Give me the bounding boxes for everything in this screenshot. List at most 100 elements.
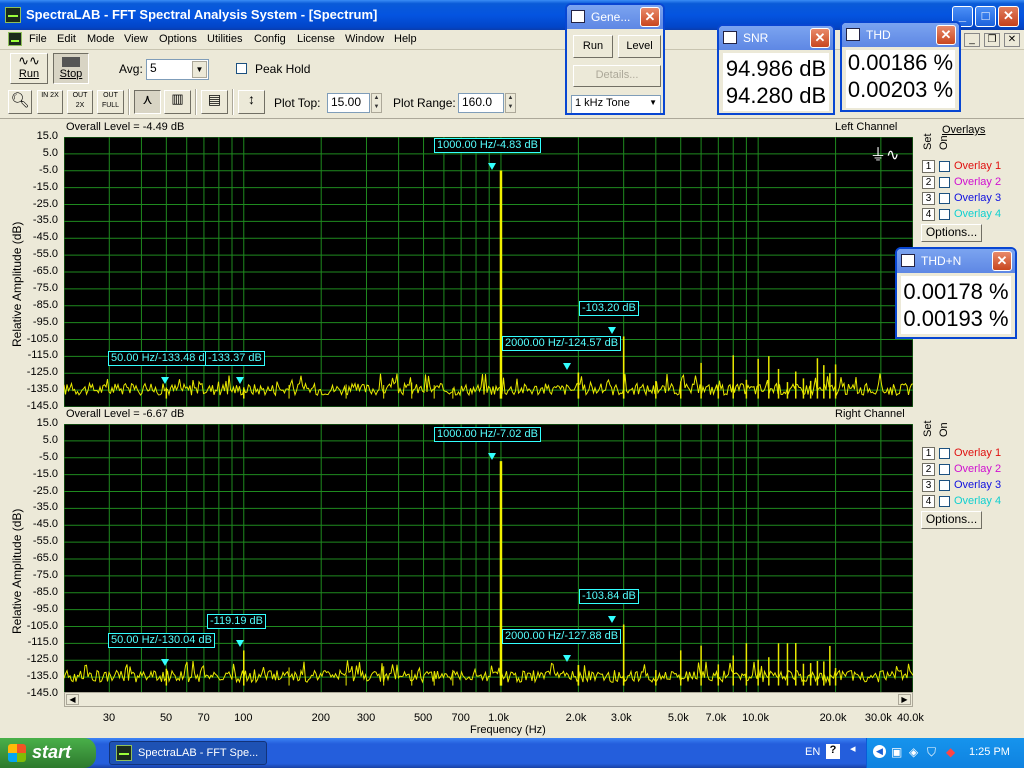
start-button[interactable]: start	[0, 738, 96, 768]
plot-range-spinner[interactable]: ▲ ▼	[505, 93, 516, 113]
overlay-set-button[interactable]: 2	[922, 463, 935, 476]
help-icon[interactable]: ?	[826, 744, 840, 759]
menu-help[interactable]: Help	[394, 33, 417, 45]
mdi-minimize-button[interactable]: _	[964, 33, 980, 47]
x-tick-label: 50	[159, 712, 173, 724]
zoom-full-button[interactable]: OUT FULL	[97, 90, 124, 114]
thd-close-button[interactable]: ✕	[936, 25, 956, 45]
chevron-down-icon[interactable]: ▼	[192, 61, 207, 78]
menu-mode[interactable]: Mode	[87, 33, 115, 45]
overlay-set-button[interactable]: 4	[922, 208, 935, 221]
right-marker-2khz: 2000.00 Hz/-127.88 dB	[502, 629, 622, 644]
overlay-set-button[interactable]: 3	[922, 192, 935, 205]
menu-config[interactable]: Config	[254, 33, 286, 45]
generator-close-button[interactable]: ✕	[640, 7, 660, 27]
cursor-mode-icon[interactable]: ⏚∿	[870, 141, 899, 165]
security-icon[interactable]: ⛉	[927, 745, 936, 760]
tray-back-icon[interactable]: ◀	[873, 745, 886, 758]
menu-edit[interactable]: Edit	[57, 33, 76, 45]
close-button[interactable]: ✕	[998, 6, 1019, 27]
overlay-set-button[interactable]: 1	[922, 160, 935, 173]
generator-icon	[571, 10, 585, 23]
overlay-set-button[interactable]: 1	[922, 447, 935, 460]
magnify-icon[interactable]: 🔍︎	[8, 90, 32, 114]
generator-run-button[interactable]: Run	[573, 35, 613, 58]
y-tick-label: -135.0	[26, 670, 58, 683]
right-spectrum-plot[interactable]	[64, 424, 913, 694]
chevron-down-icon[interactable]: ▼	[649, 98, 657, 107]
volume-icon[interactable]: ◈	[909, 745, 918, 759]
thdn-close-button[interactable]: ✕	[992, 251, 1012, 271]
overlay-on-checkbox[interactable]	[939, 177, 950, 188]
avg-select[interactable]: 5 ▼	[146, 59, 209, 80]
generator-level-button[interactable]: Level	[618, 35, 661, 58]
overlay-label: Overlay 4	[954, 208, 1002, 220]
overlay-on-checkbox[interactable]	[939, 448, 950, 459]
language-indicator[interactable]: EN	[805, 746, 820, 758]
horizontal-scrollbar[interactable]: ◀ ▶	[64, 692, 913, 707]
overlay-set-button[interactable]: 3	[922, 479, 935, 492]
snr-left-value: 94.986 dB	[725, 56, 827, 81]
mdi-restore-button[interactable]: ❐	[984, 33, 1000, 47]
plot-top-value: 15.00	[331, 95, 362, 109]
menu-view[interactable]: View	[124, 33, 148, 45]
bar-spectrum-icon[interactable]: ▥	[164, 90, 191, 114]
table-view-icon[interactable]: ▤	[201, 90, 228, 114]
y-tick-label: -145.0	[26, 400, 58, 412]
peak-hold-checkbox[interactable]	[236, 63, 247, 74]
thdn-right-value: 0.00193 %	[903, 306, 1009, 331]
gen-run-label: Run	[582, 40, 604, 52]
peak-trace-icon[interactable]: ⋏	[134, 90, 161, 114]
maximize-button[interactable]: □	[975, 6, 996, 27]
overlay-on-checkbox[interactable]	[939, 161, 950, 172]
scroll-left-icon[interactable]: ◀	[66, 694, 79, 705]
overlay-on-checkbox[interactable]	[939, 209, 950, 220]
marker-triangle	[608, 616, 616, 623]
thdn-window[interactable]: THD+N ✕ 0.00178 % 0.00193 %	[895, 247, 1017, 339]
network-icon[interactable]: ▣	[891, 745, 902, 759]
plot-top-spinner[interactable]: ▲ ▼	[371, 93, 382, 113]
scroll-right-icon[interactable]: ▶	[898, 694, 911, 705]
run-button[interactable]: ∿∿ Run	[10, 53, 48, 84]
y-tick-label: 5.0	[42, 433, 58, 446]
options-label: Options...	[925, 225, 978, 239]
y-tick-label: -25.0	[32, 484, 58, 497]
gen-details-label: Details...	[595, 69, 639, 81]
right-options-button[interactable]: Options...	[921, 511, 982, 529]
overlay-on-checkbox[interactable]	[939, 464, 950, 475]
mdi-close-button[interactable]: ✕	[1004, 33, 1020, 47]
x-tick-label: 2.0k	[565, 712, 587, 724]
menu-utilities[interactable]: Utilities	[207, 33, 242, 45]
doc-icon[interactable]	[8, 32, 22, 46]
left-options-button[interactable]: Options...	[921, 224, 982, 242]
snr-window[interactable]: SNR ✕ 94.986 dB 94.280 dB	[717, 24, 835, 115]
overlay-set-button[interactable]: 2	[922, 176, 935, 189]
plot-top-input[interactable]: 15.00	[327, 93, 370, 113]
left-spectrum-plot[interactable]: ⏚∿	[64, 137, 913, 407]
overlay-on-checkbox[interactable]	[939, 193, 950, 204]
y-tick-label: -115.0	[27, 636, 58, 649]
thd-right-value: 0.00203 %	[847, 77, 954, 102]
taskbar-task-spectralab[interactable]: SpectraLAB - FFT Spe...	[109, 741, 267, 765]
menu-file[interactable]: File	[29, 33, 47, 45]
tone-select[interactable]: 1 kHz Tone ▼	[571, 95, 661, 113]
tray-expand-icon[interactable]: ◂	[850, 742, 856, 755]
menu-license[interactable]: License	[297, 33, 335, 45]
overlay-set-button[interactable]: 4	[922, 495, 935, 508]
overlay-on-checkbox[interactable]	[939, 480, 950, 491]
marker-triangle	[488, 163, 496, 170]
shield-icon[interactable]: ◆	[946, 745, 955, 759]
zoom-out-2x-button[interactable]: OUT 2X	[67, 90, 93, 114]
generator-window[interactable]: Gene... ✕ Run Level Details... 1 kHz Tone…	[565, 3, 665, 115]
stop-button[interactable]: Stop	[53, 53, 89, 84]
menu-window[interactable]: Window	[345, 33, 384, 45]
generator-details-button[interactable]: Details...	[573, 65, 661, 87]
plot-range-input[interactable]: 160.0	[458, 93, 504, 113]
snr-close-button[interactable]: ✕	[810, 28, 830, 48]
zoom-in-2x-button[interactable]: IN 2X	[37, 90, 63, 114]
thd-window[interactable]: THD ✕ 0.00186 % 0.00203 %	[840, 21, 961, 112]
menu-options[interactable]: Options	[159, 33, 197, 45]
vertical-scale-icon[interactable]: ↕	[238, 90, 265, 114]
overlay-on-checkbox[interactable]	[939, 496, 950, 507]
marker-triangle	[488, 453, 496, 460]
